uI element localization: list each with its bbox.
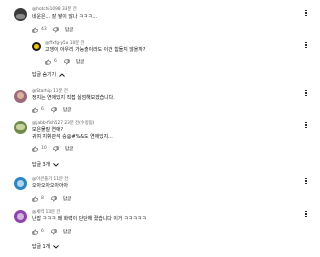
comment-author[interactable]: @ffxfg-y5x <box>45 41 68 46</box>
reply-button[interactable]: 답글 <box>76 59 84 65</box>
comment-time: 10분 전 <box>69 41 85 46</box>
comment-author[interactable]: @hotchi1098 <box>32 7 61 12</box>
avatar[interactable] <box>14 8 27 21</box>
like-count: 8 <box>41 196 44 201</box>
hide-replies-toggle[interactable]: 답글 숨기기 <box>32 71 65 78</box>
thumbs-down-icon[interactable] <box>64 59 70 65</box>
comment-time: 11분 전 <box>53 89 68 94</box>
chevron-up-icon <box>59 72 65 77</box>
reply-button[interactable]: 답글 <box>63 196 71 202</box>
like-count: 6 <box>41 229 44 234</box>
comment-time: 13분 전 <box>45 210 61 215</box>
more-vert-icon[interactable] <box>304 176 308 186</box>
chevron-down-icon <box>53 162 59 167</box>
reply-button[interactable]: 답글 <box>63 229 71 235</box>
show-replies-toggle[interactable]: 답글 1개 <box>32 243 59 250</box>
comment-text: 정지는 연애있지 직접 싫엄해보겠습니다. <box>32 95 115 101</box>
chevron-down-icon <box>53 244 59 249</box>
reply-button[interactable]: 답글 <box>65 27 73 33</box>
thumbs-up-icon[interactable] <box>45 59 51 65</box>
avatar[interactable] <box>14 177 27 190</box>
comment-text-line-2: 귀여 지휘관석 승@#%&도 연애있지... <box>32 134 113 140</box>
thumbs-up-icon[interactable] <box>32 196 38 202</box>
comment-author[interactable]: @아큰플기 <box>32 177 52 182</box>
comment-author[interactable]: @세력 <box>32 210 44 215</box>
comment-text: 고쟁이 아우리 가능출이라도 이건 힘들지 않을까? <box>45 47 146 53</box>
reply-button[interactable]: 답글 <box>65 146 73 152</box>
more-vert-icon[interactable] <box>304 120 308 130</box>
comment-author[interactable]: @Starhip <box>32 89 52 94</box>
comment-time: 11분 전 <box>53 177 69 182</box>
show-replies-toggle[interactable]: 답글 3개 <box>32 161 59 168</box>
thumbs-down-icon[interactable] <box>53 27 59 33</box>
thumbs-up-icon[interactable] <box>32 146 38 152</box>
avatar[interactable] <box>32 42 41 51</box>
reply-button[interactable]: 답글 <box>63 107 71 113</box>
thumbs-up-icon[interactable] <box>32 107 38 113</box>
comment-text: 오아오아오아아아 <box>32 183 68 189</box>
more-vert-icon[interactable] <box>304 40 308 50</box>
avatar[interactable] <box>14 121 27 134</box>
comment-text: 난잡 ㅋㅋㅋ 왜 화력이 단단해 졌습니다 이거 ㅋㅋㅋㅋㅋ <box>32 216 147 222</box>
thumbs-up-icon[interactable] <box>32 229 38 235</box>
comment-text: 네운은... 잘 쌓이 않나 ㅋㅋㅋ... <box>32 14 98 20</box>
thumbs-down-icon[interactable] <box>51 229 57 235</box>
comment-time: 23분 전(수정됨) <box>64 121 95 126</box>
like-count: 43 <box>41 27 47 32</box>
thumbs-up-icon[interactable] <box>32 27 38 33</box>
hide-replies-label: 답글 숨기기 <box>32 72 57 78</box>
comment-text-line-1: 모은물질 연애? <box>32 127 64 133</box>
show-replies-label: 답글 3개 <box>32 162 51 168</box>
show-replies-label: 답글 1개 <box>32 244 51 250</box>
like-count: 6 <box>41 107 44 112</box>
like-count: 6 <box>54 59 57 64</box>
thumbs-down-icon[interactable] <box>53 146 59 152</box>
more-vert-icon[interactable] <box>304 209 308 219</box>
like-count: 10 <box>41 146 47 151</box>
thumbs-down-icon[interactable] <box>51 107 57 113</box>
comment-author[interactable]: @jabb-fish527 <box>32 121 63 126</box>
avatar[interactable] <box>14 210 27 223</box>
thumbs-down-icon[interactable] <box>51 196 57 202</box>
comment-time: 33분 전 <box>61 7 77 12</box>
more-vert-icon[interactable] <box>304 88 308 98</box>
avatar[interactable] <box>14 90 27 103</box>
more-vert-icon[interactable] <box>304 8 308 18</box>
